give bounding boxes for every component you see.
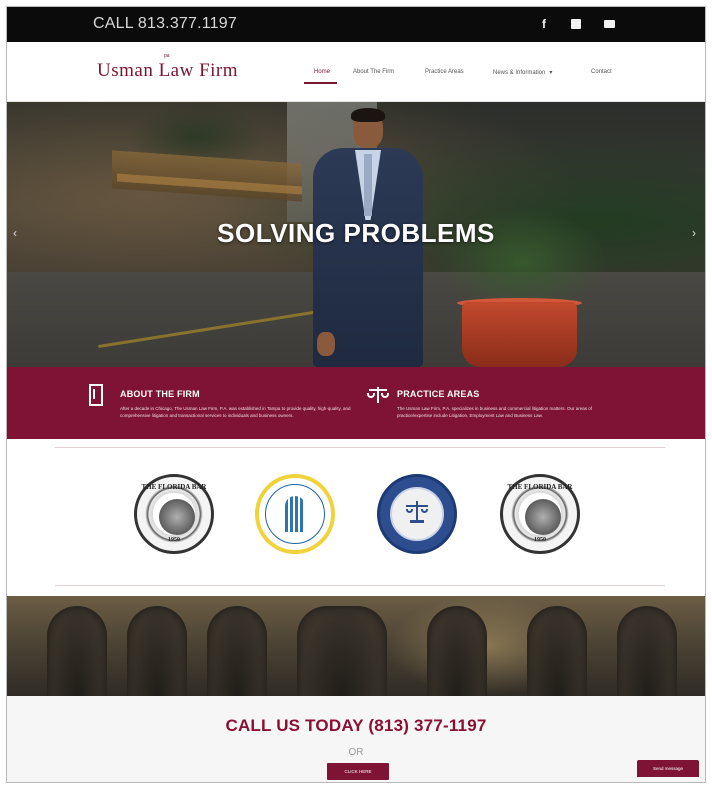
chevron-right-icon[interactable]: › — [692, 226, 696, 240]
nav-contact[interactable]: Contact — [591, 69, 612, 75]
email-icon[interactable] — [601, 16, 617, 32]
nav-home[interactable]: Home — [314, 69, 330, 75]
facebook-icon[interactable]: f — [536, 16, 552, 32]
seal-emblem — [525, 499, 561, 535]
topbar-phone[interactable]: CALL 813.377.1197 — [93, 15, 237, 33]
nav-news[interactable]: News & Information ▾ — [493, 69, 552, 76]
seal-ring-text: THE FLORIDA BAR — [507, 483, 573, 491]
chevron-down-icon: ▾ — [549, 70, 553, 76]
chevron-left-icon[interactable]: ‹ — [13, 226, 17, 240]
main-navbar: pa Usman Law Firm Home About The Firm Pr… — [7, 42, 705, 102]
arch — [427, 606, 487, 696]
attorney-tie — [364, 154, 372, 216]
info-band: ABOUT THE FIRM After a decade in Chicago… — [7, 367, 705, 439]
nav-about[interactable]: About The Firm — [353, 69, 394, 75]
scales-of-justice-icon — [406, 501, 428, 523]
section-divider — [55, 447, 665, 448]
send-message-button[interactable]: Send message — [637, 760, 699, 777]
seal-emblem — [159, 499, 195, 535]
call-section: CALL US TODAY (813) 377-1197 OR CLICK HE… — [7, 696, 705, 782]
linkedin-icon[interactable] — [568, 16, 584, 32]
florida-bar-seal: THE FLORIDA BAR 1950 — [134, 474, 214, 554]
building-icon — [89, 384, 103, 406]
click-here-button[interactable]: CLICK HERE — [327, 763, 389, 780]
arches-banner — [7, 596, 705, 696]
college-logo — [255, 474, 335, 554]
seal-ring-text: THE FLORIDA BAR — [141, 483, 207, 491]
about-title[interactable]: ABOUT THE FIRM — [120, 389, 200, 399]
hero-pot — [462, 302, 577, 367]
college-pillars — [285, 496, 305, 532]
nav-practice-areas[interactable]: Practice Areas — [425, 69, 464, 75]
logo-mark: pa — [164, 53, 170, 59]
arch — [527, 606, 587, 696]
top-bar: CALL 813.377.1197 f — [7, 7, 705, 42]
about-text: After a decade in Chicago, The Usman Law… — [120, 406, 351, 418]
attorney-hand — [317, 332, 335, 356]
scales-icon — [367, 385, 389, 405]
seal-date: 1950 — [534, 537, 546, 543]
nav-active-indicator — [304, 82, 337, 84]
arch — [47, 606, 107, 696]
arch — [207, 606, 267, 696]
nav-news-label: News & Information — [493, 70, 546, 76]
hero-title: SOLVING PROBLEMS — [217, 218, 495, 248]
call-title[interactable]: CALL US TODAY (813) 377-1197 — [7, 716, 705, 736]
call-or: OR — [348, 747, 364, 758]
hero-slider: SOLVING PROBLEMS ‹ › — [7, 102, 705, 367]
arch — [617, 606, 677, 696]
florida-bar-seal-2: THE FLORIDA BAR 1950 — [500, 474, 580, 554]
site-logo[interactable]: Usman Law Firm — [97, 60, 238, 82]
browser-viewport: CALL 813.377.1197 f pa Usman Law Firm Ho… — [6, 6, 706, 783]
section-divider — [55, 585, 665, 586]
arch — [297, 606, 387, 696]
arch — [127, 606, 187, 696]
lawyers-association-seal — [377, 474, 457, 554]
attorney-hair — [351, 108, 385, 122]
practice-text: The Usman Law Firm, P.A. specializes in … — [397, 406, 592, 418]
practice-title[interactable]: PRACTICE AREAS — [397, 389, 479, 399]
seal-date: 1950 — [168, 537, 180, 543]
